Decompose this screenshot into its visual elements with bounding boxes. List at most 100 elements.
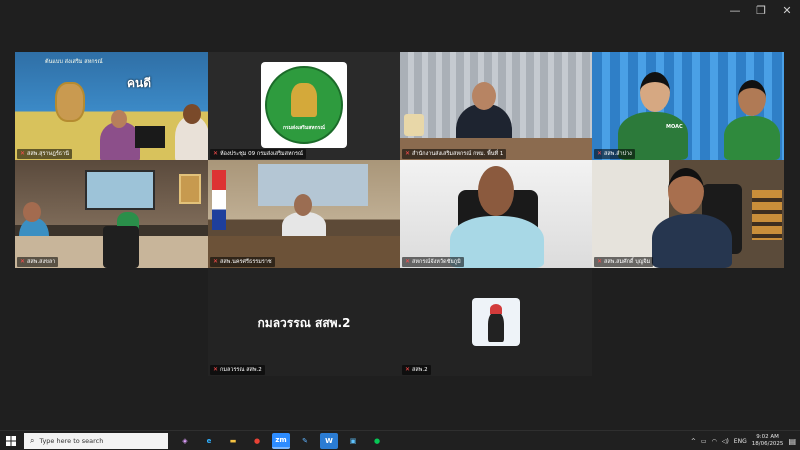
chrome-icon[interactable]: ● xyxy=(248,433,266,449)
participant-name-label: ✕ สสพ.นครศรีธรรมราช xyxy=(210,257,275,267)
start-button[interactable] xyxy=(0,431,22,450)
participant-name-label: ✕ สหกรณ์จังหวัดชัยภูมิ xyxy=(402,257,464,267)
participant-name: สสพ.สงขลา xyxy=(27,259,56,265)
language-indicator[interactable]: ENG xyxy=(734,438,747,445)
wall-screen xyxy=(85,170,155,210)
avatar-hat xyxy=(490,304,502,314)
participant-head-2 xyxy=(183,104,201,124)
participant-name: สำนักงานส่งเสริมสหกรณ์ กทม. พื้นที่ 1 xyxy=(412,151,504,157)
participant-name-label: ✕ ห้องประชุม 09 กรมส่งเสริมสหกรณ์ xyxy=(210,149,307,159)
participant-name: สสพ.สมศักดิ์ บุญจิม xyxy=(604,259,651,265)
participant-head xyxy=(294,194,312,216)
notification-icon[interactable]: ▤ xyxy=(788,437,796,446)
mic-muted-icon: ✕ xyxy=(213,366,219,373)
video-tile-6[interactable]: ✕ สสพ.นครศรีธรรมราช xyxy=(208,160,400,268)
clock-time: 9:02 AM xyxy=(756,434,779,440)
mic-muted-icon: ✕ xyxy=(597,150,603,157)
pinned-apps: ◈ e ▬ ● zm ✎ W ▣ ● xyxy=(176,432,386,449)
wifi-icon[interactable]: ◠ xyxy=(712,438,717,445)
participant-name-label: ✕ สสพ.สงขลา xyxy=(17,257,59,267)
emblem-icon xyxy=(404,114,424,136)
search-placeholder: Type here to search xyxy=(39,436,104,445)
video-tile-2[interactable]: กรมส่งเสริมสหกรณ์ ✕ ห้องประชุม 09 กรมส่งเ… xyxy=(208,52,400,160)
participant-name: สหกรณ์จังหวัดชัยภูมิ xyxy=(412,259,461,265)
shirt-logo-text: MOAC xyxy=(666,124,683,130)
banner-sign-text: คนดี xyxy=(127,76,152,90)
video-tile-3-active-speaker[interactable]: ✕ สำนักงานส่งเสริมสหกรณ์ กทม. พื้นที่ 1 xyxy=(400,52,592,160)
volume-icon[interactable]: ◁) xyxy=(722,438,729,445)
office-chair xyxy=(103,226,139,268)
edge-icon[interactable]: e xyxy=(200,433,218,449)
logo-text: กรมส่งเสริมสหกรณ์ xyxy=(283,125,325,131)
participant-head-2 xyxy=(738,80,766,116)
pen-icon[interactable]: ✎ xyxy=(296,433,314,449)
speaker-head xyxy=(472,82,496,110)
word-icon[interactable]: W xyxy=(320,432,338,449)
taskbar-search-input[interactable]: ⌕ Type here to search xyxy=(24,432,168,449)
participant-figure-2 xyxy=(724,116,780,160)
participant-name: ห้องประชุม 09 กรมส่งเสริมสหกรณ์ xyxy=(220,151,304,157)
portrait-frame xyxy=(179,174,201,204)
participant-name-label: ✕ สสพ.2 xyxy=(402,365,431,375)
zoom-icon[interactable]: zm xyxy=(272,432,290,449)
participant-name-label: ✕ สำนักงานส่งเสริมสหกรณ์ กทม. พื้นที่ 1 xyxy=(402,149,507,159)
monk-portrait xyxy=(55,82,85,122)
video-tile-5[interactable]: ✕ สสพ.สงขลา xyxy=(15,160,208,268)
deity-figure-icon xyxy=(291,83,317,117)
participant-head xyxy=(111,110,127,128)
network-icon[interactable]: ▭ xyxy=(701,438,707,445)
participant-name: สสพ.สุราษฎร์ธานี xyxy=(27,151,69,157)
mic-muted-icon: ✕ xyxy=(597,258,603,265)
video-tile-7[interactable]: ✕ สหกรณ์จังหวัดชัยภูมิ xyxy=(400,160,592,268)
tray-chevron-icon[interactable]: ^ xyxy=(691,438,696,445)
wall-screen xyxy=(258,164,368,206)
system-tray: ^ ▭ ◠ ◁) ENG 9:02 AM 18/06/2025 ▤ xyxy=(691,431,800,450)
window-controls: — ❐ ✕ xyxy=(722,0,800,20)
video-tile-1[interactable]: คนดี ต้นแบบ ส่งเสริม สหกรณ์ ✕ สสพ.สุราษฎร… xyxy=(15,52,208,160)
participant-name-label: ✕ กมลวรรณ สสพ.2 xyxy=(210,365,265,375)
participant-head xyxy=(668,168,704,214)
participant-name: สสพ.ลำปาง xyxy=(604,151,632,157)
restore-button[interactable]: ❐ xyxy=(748,0,774,20)
clock-date: 18/06/2025 xyxy=(751,441,784,447)
participant-name-label: ✕ สสพ.ลำปาง xyxy=(594,149,635,159)
mic-muted-icon: ✕ xyxy=(405,258,411,265)
mic-muted-icon: ✕ xyxy=(213,258,219,265)
video-tile-4[interactable]: MOAC ✕ สสพ.ลำปาง xyxy=(592,52,784,160)
windows-logo-icon xyxy=(6,435,16,446)
participant-name: กมลวรรณ สสพ.2 xyxy=(220,367,262,373)
participant-name-label: ✕ สสพ.สมศักดิ์ บุญจิม xyxy=(594,257,654,267)
search-icon: ⌕ xyxy=(30,435,35,445)
app-window-icon[interactable]: ▣ xyxy=(344,433,362,449)
taskbar-clock[interactable]: 9:02 AM 18/06/2025 xyxy=(752,434,784,448)
participant-figure xyxy=(450,216,544,268)
flag-stand xyxy=(212,170,226,230)
video-tile-8[interactable]: ✕ สสพ.สมศักดิ์ บุญจิม xyxy=(592,160,784,268)
logo-emblem-icon: กรมส่งเสริมสหกรณ์ xyxy=(265,66,343,144)
participant-head xyxy=(23,202,41,222)
shelf-items xyxy=(752,190,782,240)
minimize-button[interactable]: — xyxy=(722,0,748,20)
zoom-meeting-window: — ❐ ✕ คนดี ต้นแบบ ส่งเสริม สหกรณ์ ✕ สสพ.ส… xyxy=(0,0,800,450)
cooperative-logo: กรมส่งเสริมสหกรณ์ xyxy=(261,62,347,148)
mic-muted-icon: ✕ xyxy=(405,366,411,373)
banner-sign-subtext: ต้นแบบ ส่งเสริม สหกรณ์ xyxy=(45,59,103,65)
avatar-figure xyxy=(488,312,504,342)
monitor xyxy=(135,126,165,148)
line-icon[interactable]: ● xyxy=(368,433,386,449)
avatar xyxy=(472,298,520,346)
video-tile-10[interactable]: ✕ สสพ.2 xyxy=(400,268,592,376)
file-explorer-icon[interactable]: ▬ xyxy=(224,433,242,449)
participant-figure xyxy=(652,214,732,268)
participant-head xyxy=(478,166,514,216)
participant-display-name: กมลวรรณ สสพ.2 xyxy=(257,316,351,330)
participant-name-label: ✕ สสพ.สุราษฎร์ธานี xyxy=(17,149,72,159)
participant-name: สสพ.นครศรีธรรมราช xyxy=(220,259,272,265)
participant-head xyxy=(640,72,670,112)
mic-muted-icon: ✕ xyxy=(405,150,411,157)
video-tile-9[interactable]: กมลวรรณ สสพ.2 ✕ กมลวรรณ สสพ.2 xyxy=(208,268,400,376)
mic-muted-icon: ✕ xyxy=(20,150,26,157)
mic-muted-icon: ✕ xyxy=(20,258,26,265)
close-button[interactable]: ✕ xyxy=(774,0,800,20)
copilot-icon[interactable]: ◈ xyxy=(176,433,194,449)
